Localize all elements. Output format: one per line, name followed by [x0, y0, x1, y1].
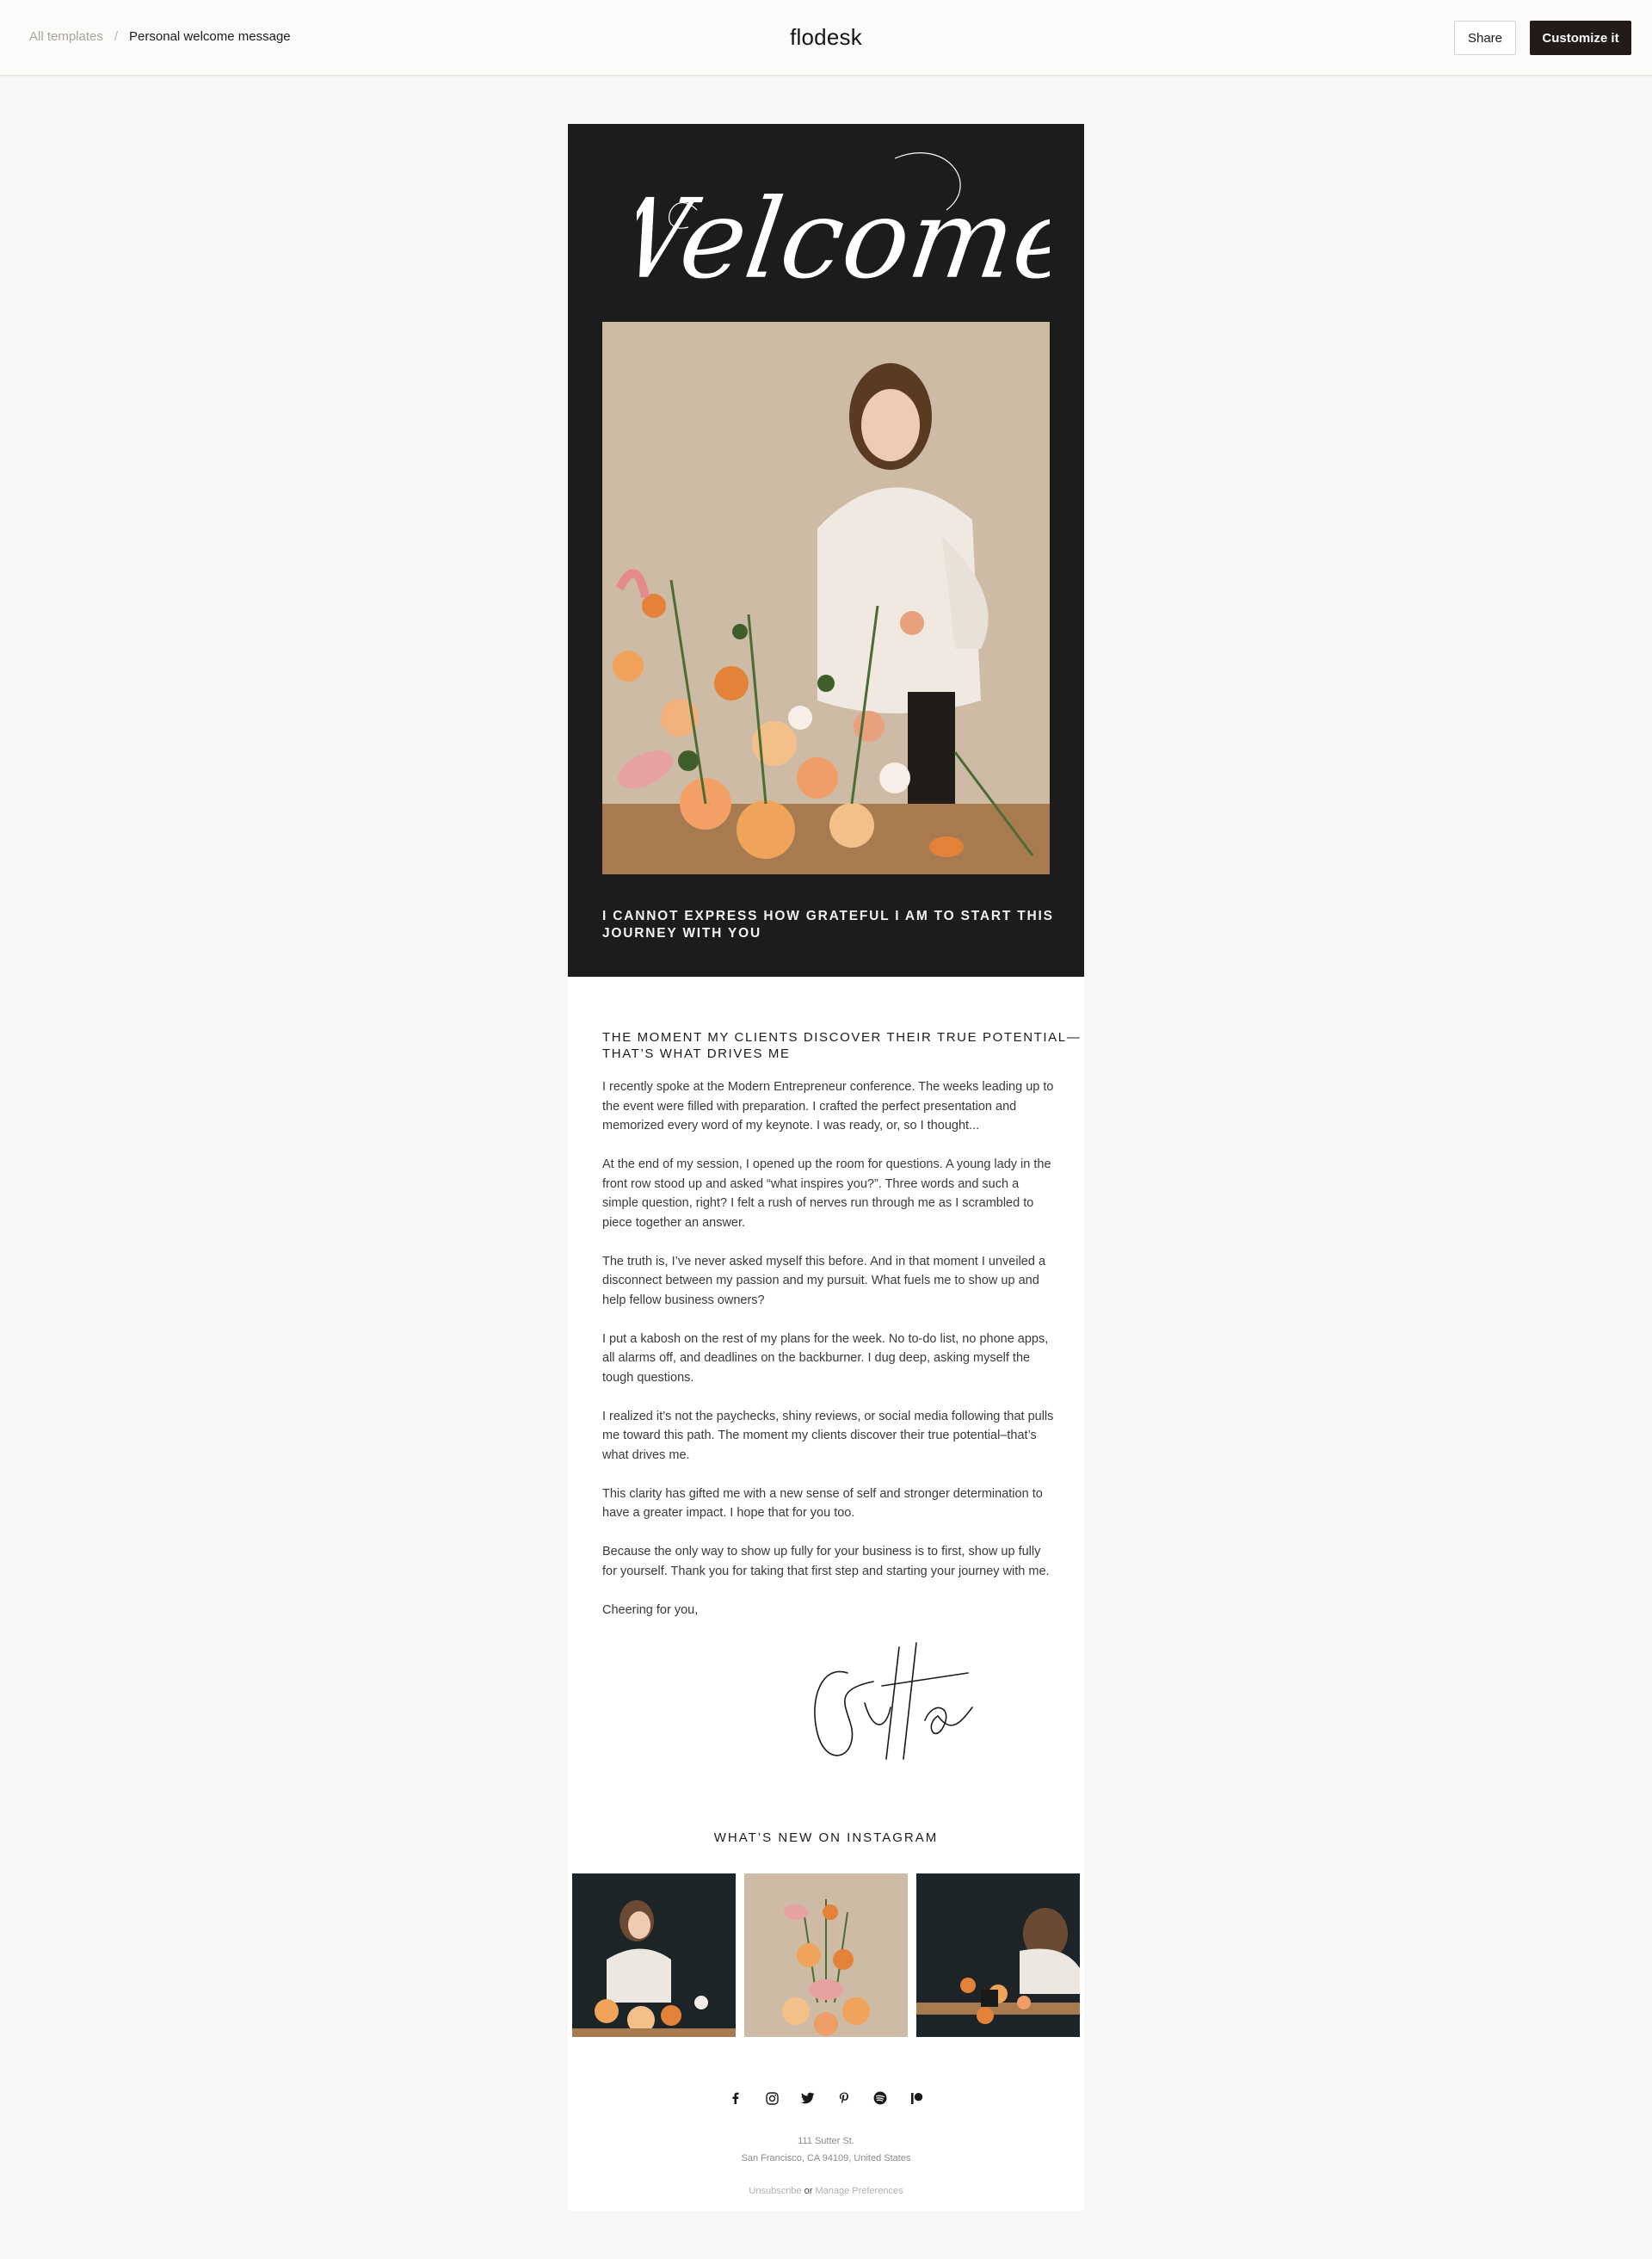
unsubscribe-link[interactable]: Unsubscribe [749, 2186, 801, 2196]
footer-links: Unsubscribe or Manage Preferences [568, 2186, 1084, 2196]
breadcrumb-current: Personal welcome message [129, 29, 291, 44]
customize-button[interactable]: Customize it [1530, 21, 1631, 55]
welcome-script-text: Welcome [637, 176, 1050, 304]
social-links [568, 2090, 1084, 2106]
footer-or: or [804, 2186, 813, 2196]
body-paragraph: This clarity has gifted me with a new se… [602, 1486, 1043, 1521]
body-paragraph: At the end of my session, I opened up th… [602, 1157, 1051, 1230]
top-bar: All templates / Personal welcome message… [0, 0, 1652, 76]
facebook-icon[interactable] [728, 2090, 743, 2106]
instagram-photo-1[interactable] [572, 1873, 736, 2037]
body-text: I recently spoke at the Modern Entrepren… [602, 1077, 1057, 1639]
body-paragraph: Because the only way to show up fully fo… [602, 1545, 1050, 1578]
body-paragraph: I realized it’s not the paychecks, shiny… [602, 1409, 1054, 1462]
hero-photo [602, 322, 1050, 874]
welcome-script: Welcome [637, 152, 1050, 304]
hero-caption: I CANNOT EXPRESS HOW GRATEFUL I AM TO ST… [602, 909, 1054, 941]
instagram-heading: WHAT’S NEW ON INSTAGRAM [713, 1830, 939, 1845]
brand-logo[interactable]: flodesk [790, 24, 862, 50]
patreon-icon[interactable] [909, 2090, 924, 2106]
instagram-icon[interactable] [764, 2090, 780, 2106]
spotify-icon[interactable] [872, 2090, 888, 2106]
signature [814, 1642, 973, 1760]
breadcrumb: All templates / Personal welcome message [29, 29, 291, 44]
twitter-icon[interactable] [800, 2090, 816, 2106]
section-heading: THE MOMENT MY CLIENTS DISCOVER THEIR TRU… [602, 1030, 1082, 1061]
instagram-photo-3[interactable] [916, 1873, 1080, 2037]
hero-section: Welcome I CANNOT EXPRESS HOW GRATEFUL I … [568, 124, 1084, 977]
instagram-photo-2[interactable] [744, 1873, 908, 2037]
body-paragraph: I put a kabosh on the rest of my plans f… [602, 1331, 1049, 1385]
share-button[interactable]: Share [1454, 21, 1516, 55]
email-preview: Welcome I CANNOT EXPRESS HOW GRATEFUL I … [568, 124, 1084, 2211]
sign-off: Cheering for you, [602, 1602, 699, 1617]
pinterest-icon[interactable] [836, 2090, 852, 2106]
breadcrumb-separator: / [114, 29, 119, 44]
address-line-1: 111 Sutter St. [798, 2136, 854, 2146]
manage-preferences-link[interactable]: Manage Preferences [815, 2186, 903, 2196]
body-paragraph: The truth is, I’ve never asked myself th… [602, 1254, 1046, 1307]
body-paragraph: I recently spoke at the Modern Entrepren… [602, 1080, 1054, 1133]
breadcrumb-all-templates[interactable]: All templates [29, 29, 103, 44]
address-line-2: San Francisco, CA 94109, United States [741, 2153, 911, 2163]
